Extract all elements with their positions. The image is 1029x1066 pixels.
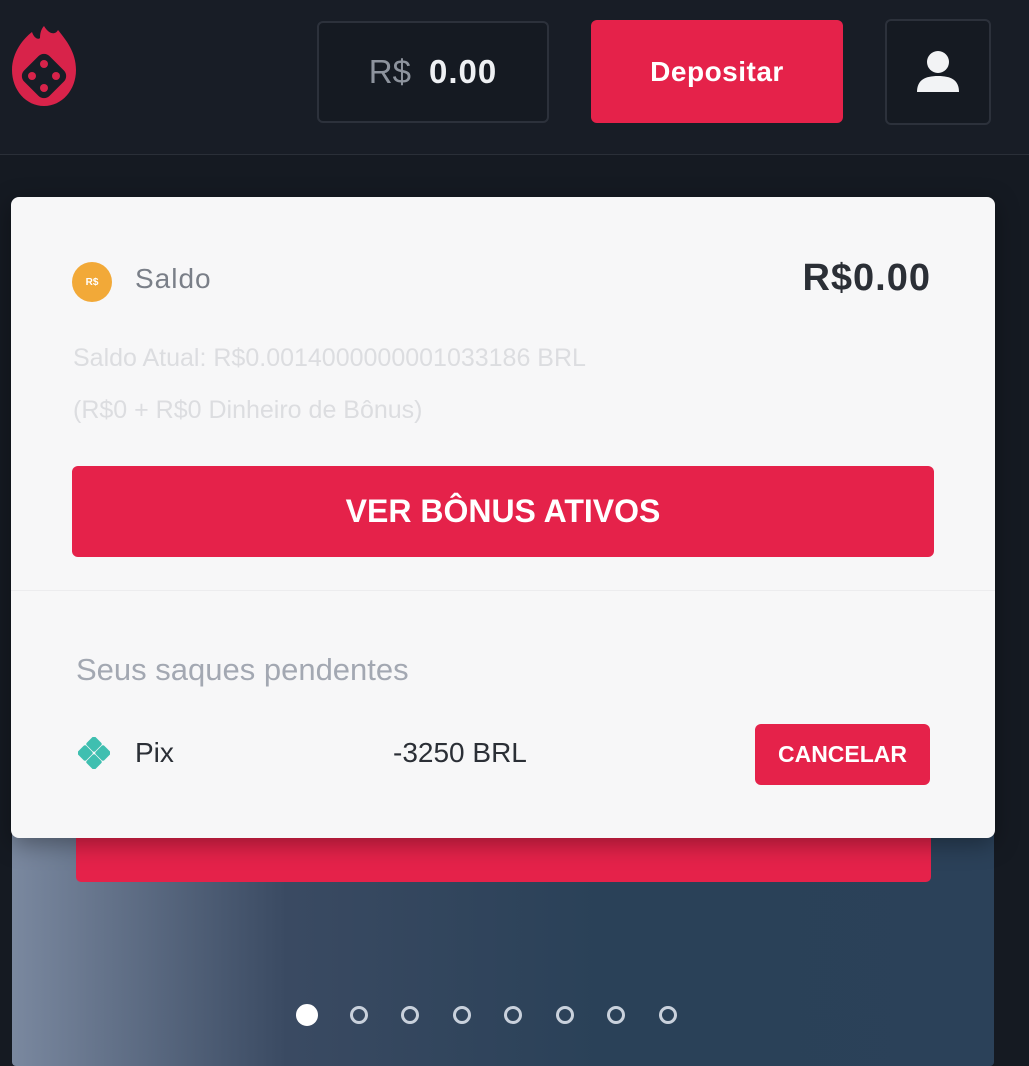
saldo-value: R$0.00	[802, 257, 931, 299]
withdrawal-amount: -3250 BRL	[393, 737, 527, 768]
deposit-button[interactable]: Depositar	[591, 20, 843, 123]
balance-card: R$ Saldo R$0.00 Saldo Atual: R$0.0014000…	[11, 197, 995, 838]
carousel-dot[interactable]	[452, 1006, 471, 1024]
pending-withdrawals-title: Seus saques pendentes	[76, 652, 409, 687]
balance-breakdown-text: (R$0 + R$0 Dinheiro de Bônus)	[73, 396, 423, 424]
carousel-banner-button[interactable]	[76, 836, 931, 882]
view-active-bonuses-button[interactable]: VER BÔNUS ATIVOS	[72, 466, 934, 557]
carousel-dot[interactable]	[401, 1006, 419, 1024]
saldo-label: Saldo	[135, 263, 212, 294]
user-menu-button[interactable]	[885, 19, 991, 125]
carousel-dots	[12, 1004, 994, 1030]
carousel-dot[interactable]	[504, 1006, 522, 1024]
user-icon	[917, 51, 959, 92]
carousel-dot[interactable]	[607, 1006, 625, 1024]
pix-icon	[78, 737, 110, 769]
promo-carousel	[12, 820, 994, 1066]
cancel-withdrawal-button[interactable]: CANCELAR	[755, 724, 930, 785]
divider	[11, 590, 995, 591]
carousel-dot[interactable]	[555, 1006, 574, 1024]
carousel-dot[interactable]	[658, 1006, 677, 1024]
current-balance-text: Saldo Atual: R$0.0014000000001033186 BRL	[73, 344, 586, 372]
balance-currency: R$	[368, 53, 411, 90]
header-balance: R$ 0.00	[317, 21, 549, 123]
coin-icon: R$	[72, 262, 112, 302]
carousel-dot[interactable]	[349, 1006, 368, 1024]
fire-dice-icon[interactable]	[10, 24, 78, 108]
carousel-dot[interactable]	[296, 1004, 318, 1026]
withdrawal-method: Pix	[135, 737, 174, 768]
balance-amount: 0.00	[428, 53, 498, 90]
top-header: R$ 0.00 Depositar	[0, 0, 1029, 155]
